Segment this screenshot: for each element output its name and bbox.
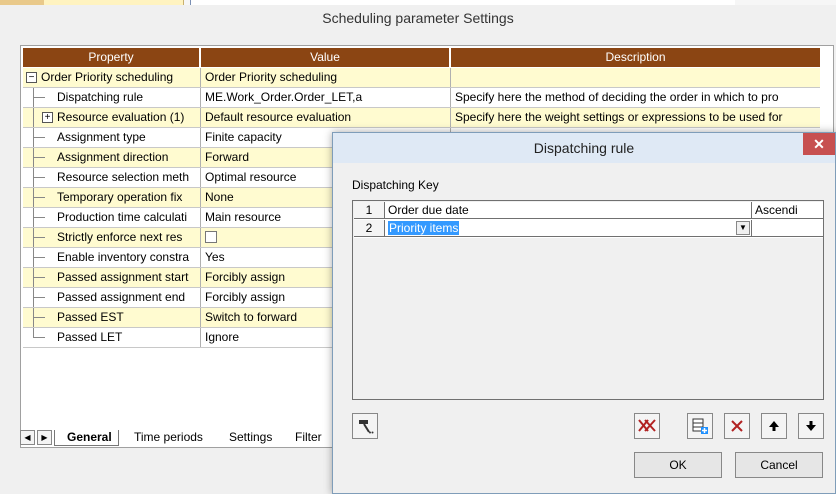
arrow-up-icon — [769, 421, 779, 431]
column-header-value[interactable]: Value — [201, 48, 451, 67]
dialog-title: Dispatching rule — [533, 140, 635, 156]
description-cell — [451, 68, 820, 87]
tab-filter[interactable]: Filter — [283, 430, 328, 446]
property-cell: Passed assignment end — [57, 290, 186, 304]
move-up-button[interactable] — [761, 413, 787, 439]
tree-line — [33, 297, 45, 298]
tree-line — [33, 97, 45, 98]
key-cell[interactable]: Order due date — [385, 202, 752, 219]
property-cell: Order Priority scheduling — [41, 70, 174, 84]
property-cell: Assignment direction — [57, 150, 169, 164]
tab-time-periods[interactable]: Time periods — [122, 430, 209, 446]
key-dropdown[interactable]: Priority items ▼ — [385, 220, 752, 237]
chevron-down-icon[interactable]: ▼ — [736, 221, 750, 235]
column-header-description[interactable]: Description — [451, 48, 820, 67]
tab-settings[interactable]: Settings — [217, 430, 278, 446]
tree-line — [33, 217, 45, 218]
hammer-icon — [359, 420, 374, 434]
top-strip-segment — [44, 0, 184, 5]
dispatching-rule-dialog: Dispatching rule ✕ Dispatching Key 1 Ord… — [332, 132, 836, 494]
strict-enforce-checkbox[interactable] — [205, 230, 217, 243]
add-row-button[interactable] — [687, 413, 713, 439]
tree-line — [33, 108, 34, 127]
row-number: 1 — [354, 202, 385, 219]
tree-line — [33, 277, 45, 278]
close-button[interactable]: ✕ — [803, 133, 835, 155]
tree-line — [33, 257, 45, 258]
order-cell[interactable]: Ascendi — [752, 202, 823, 219]
property-cell: Temporary operation fix — [57, 190, 183, 204]
tree-line — [33, 137, 45, 138]
tree-line — [33, 157, 45, 158]
delete-row-button[interactable] — [724, 413, 750, 439]
value-cell[interactable]: Default resource evaluation — [201, 108, 451, 127]
table-row[interactable]: Dispatching rule ME.Work_Order.Order_LET… — [23, 88, 820, 108]
grid-header: Property Value Description — [23, 48, 820, 67]
top-strip — [0, 0, 836, 5]
arrow-down-icon — [806, 421, 816, 431]
cancel-button[interactable]: Cancel — [735, 452, 823, 478]
property-cell: Enable inventory constra — [57, 250, 190, 264]
list-item[interactable]: 1 Order due date Ascendi — [354, 202, 823, 220]
property-cell: Assignment type — [57, 130, 146, 144]
move-down-button[interactable] — [798, 413, 824, 439]
ok-button[interactable]: OK — [634, 452, 722, 478]
property-cell: Resource selection meth — [57, 170, 190, 184]
tab-scroll-left-icon[interactable]: ◀ — [20, 430, 35, 445]
collapse-icon[interactable]: − — [26, 72, 37, 83]
tree-line — [33, 197, 45, 198]
property-cell: Strictly enforce next res — [57, 230, 183, 244]
table-row[interactable]: − Order Priority scheduling Order Priorit… — [23, 68, 820, 88]
tab-general[interactable]: General — [54, 430, 119, 446]
tree-line — [33, 237, 45, 238]
value-cell[interactable]: ME.Work_Order.Order_LET,a — [201, 88, 451, 107]
top-strip-segment — [0, 0, 44, 5]
dispatching-key-grid: 1 Order due date Ascendi 2 Priority item… — [352, 200, 824, 400]
property-cell: Dispatching rule — [57, 90, 144, 104]
delete-all-icon — [638, 419, 656, 432]
build-expression-button[interactable] — [352, 413, 378, 439]
add-row-icon — [692, 418, 708, 434]
property-cell: Passed LET — [57, 330, 123, 344]
order-cell[interactable] — [752, 220, 823, 237]
value-cell[interactable]: Order Priority scheduling — [201, 68, 451, 87]
table-row[interactable]: + Resource evaluation (1) Default resourc… — [23, 108, 820, 128]
top-strip-segment — [190, 0, 735, 5]
column-header-property[interactable]: Property — [23, 48, 201, 67]
remove-all-button[interactable] — [634, 413, 660, 439]
tree-line — [33, 317, 45, 318]
list-item[interactable]: 2 Priority items ▼ — [354, 220, 823, 238]
expand-icon[interactable]: + — [42, 112, 53, 123]
property-cell: Resource evaluation (1) — [57, 110, 185, 124]
tab-scroll-right-icon[interactable]: ▶ — [37, 430, 52, 445]
sheet-tab-bar: ◀ ▶ General Time periods Settings Filter — [20, 430, 340, 447]
property-cell: Passed EST — [57, 310, 124, 324]
dialog-titlebar[interactable]: Dispatching rule ✕ — [333, 133, 835, 163]
window-title: Scheduling parameter Settings — [322, 10, 514, 26]
description-cell: Specify here the method of deciding the … — [455, 90, 779, 104]
dispatching-key-label: Dispatching Key — [352, 178, 439, 192]
property-cell: Production time calculati — [57, 210, 188, 224]
description-cell: Specify here the weight settings or expr… — [455, 110, 783, 124]
tree-line — [33, 177, 45, 178]
property-cell: Passed assignment start — [57, 270, 189, 284]
tree-line — [33, 337, 45, 338]
close-icon — [731, 420, 743, 432]
row-number: 2 — [354, 220, 385, 237]
selected-key: Priority items — [388, 221, 460, 235]
